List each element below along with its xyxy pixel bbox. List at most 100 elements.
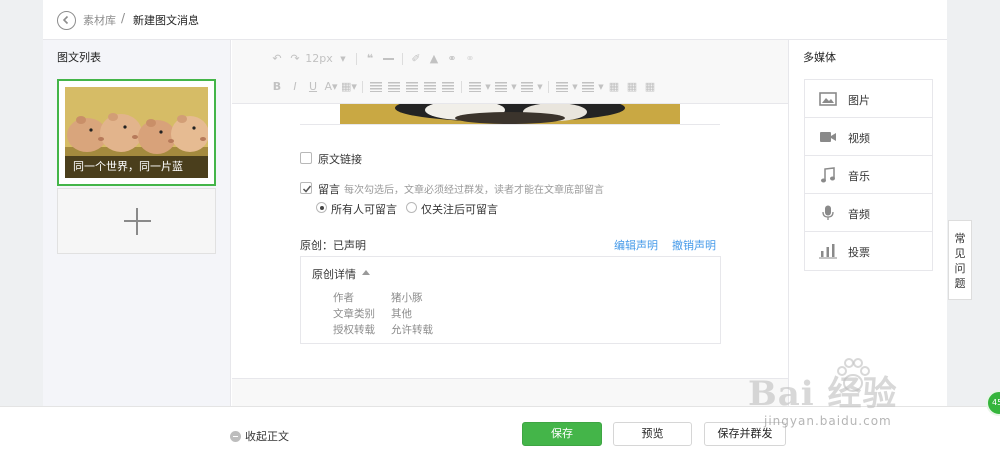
format-brush-icon[interactable]: ✐: [407, 50, 425, 68]
cancel-declaration-link[interactable]: 撤销声明: [672, 237, 716, 253]
editor-window: 素材库 / 新建图文消息 图文列表 同一个世界，同一片蓝 ↶ ↷ 12px ▼ …: [43, 0, 947, 406]
collapse-body-button[interactable]: 收起正文: [230, 428, 289, 444]
horizontal-rule-icon[interactable]: [383, 58, 394, 60]
microphone-icon: [822, 205, 834, 220]
faq-char: 题: [954, 277, 966, 290]
align-right-icon[interactable]: [424, 82, 436, 92]
align-center-icon[interactable]: [406, 82, 418, 92]
content-divider: [300, 124, 720, 125]
italic-icon[interactable]: I: [286, 78, 304, 96]
breadcrumb-current: 新建图文消息: [133, 14, 199, 27]
media-item-image[interactable]: 图片: [805, 80, 932, 118]
original-link-label: 原文链接: [318, 153, 362, 166]
comment-scope-all-label: 所有人可留言: [331, 203, 397, 216]
caret-up-icon[interactable]: [362, 270, 370, 275]
content-image: [340, 104, 680, 124]
top-bar: 素材库 / 新建图文消息: [43, 0, 947, 40]
letter-spacing-icon[interactable]: [521, 82, 533, 92]
vote-icon: [819, 244, 837, 259]
faq-char: 见: [954, 247, 966, 260]
chevron-down-icon[interactable]: ▼: [510, 78, 518, 96]
back-button[interactable]: [57, 11, 76, 30]
toolbar-row-1: ↶ ↷ 12px ▼ ❝ ✐ ▲ ⚭ ⚭: [268, 50, 479, 68]
table-merge-icon[interactable]: ▦: [623, 78, 641, 96]
multimedia-list: 图片 视频 音乐 音频 投票: [804, 79, 933, 271]
image-icon: [819, 92, 837, 106]
comment-hint: 每次勾选后，文章必须经过群发，读者才能在文章底部留言: [344, 185, 604, 196]
original-link-checkbox[interactable]: [300, 152, 312, 164]
media-item-video[interactable]: 视频: [805, 118, 932, 156]
article-cover-image: 同一个世界，同一片蓝: [65, 87, 208, 178]
chevron-left-icon: [62, 15, 69, 25]
toolbar-row-2: B I U A▾ ▦▾ ▼ ▼ ▼ ▼ ▼ ▦ ▦ ▦: [268, 78, 659, 96]
save-and-publish-button[interactable]: 保存并群发: [704, 422, 786, 446]
redo-icon[interactable]: ↷: [286, 50, 304, 68]
add-article-button[interactable]: [57, 188, 216, 254]
media-item-label: 音频: [848, 208, 870, 221]
bold-icon[interactable]: B: [268, 78, 286, 96]
chevron-down-icon[interactable]: ▼: [536, 78, 544, 96]
clear-format-icon[interactable]: ▲: [425, 50, 443, 68]
article-list-title: 图文列表: [57, 51, 101, 64]
faq-tab[interactable]: 常 见 问 题: [948, 220, 972, 300]
font-color-icon[interactable]: A▾: [322, 78, 340, 96]
detail-key: 作者: [333, 292, 354, 304]
chevron-down-icon[interactable]: ▼: [597, 78, 605, 96]
check-icon: [302, 185, 312, 193]
editor-panel: ↶ ↷ 12px ▼ ❝ ✐ ▲ ⚭ ⚭ B I U A▾ ▦▾ ▼ ▼ ▼ ▼…: [232, 40, 788, 406]
breadcrumb-separator: /: [121, 11, 126, 25]
media-item-label: 音乐: [848, 170, 870, 183]
editor-toolbar: ↶ ↷ 12px ▼ ❝ ✐ ▲ ⚭ ⚭ B I U A▾ ▦▾ ▼ ▼ ▼ ▼…: [232, 40, 788, 104]
paragraph-spacing-icon[interactable]: [495, 82, 507, 92]
detail-key: 授权转载: [333, 324, 375, 336]
video-icon: [820, 132, 836, 142]
media-item-label: 图片: [848, 94, 870, 107]
indent-icon[interactable]: [370, 82, 382, 92]
line-spacing-icon[interactable]: [469, 82, 481, 92]
detail-key: 文章类别: [333, 308, 375, 320]
quote-icon[interactable]: ❝: [361, 50, 379, 68]
chevron-down-icon[interactable]: ▼: [334, 50, 352, 68]
media-item-vote[interactable]: 投票: [805, 232, 932, 270]
ordered-list-icon[interactable]: [582, 82, 594, 92]
underline-icon[interactable]: U: [304, 78, 322, 96]
article-caption: 同一个世界，同一片蓝: [65, 156, 208, 178]
chevron-down-icon[interactable]: ▼: [571, 78, 579, 96]
article-card[interactable]: 同一个世界，同一片蓝: [57, 79, 216, 186]
comment-scope-all-radio[interactable]: [316, 202, 327, 213]
media-item-music[interactable]: 音乐: [805, 156, 932, 194]
chevron-down-icon[interactable]: ▼: [484, 78, 492, 96]
multimedia-title: 多媒体: [803, 51, 836, 64]
comment-scope-followers-radio[interactable]: [406, 202, 417, 213]
detail-value: 猪小豚: [391, 292, 423, 304]
bottom-action-bar: 收起正文 保存 预览 保存并群发: [0, 406, 1000, 460]
originality-details-title[interactable]: 原创详情: [312, 266, 356, 282]
media-item-audio[interactable]: 音频: [805, 194, 932, 232]
editor-footer-strip: [232, 378, 788, 406]
font-size-dropdown[interactable]: 12px: [304, 50, 334, 68]
link-icon[interactable]: ⚭: [443, 50, 461, 68]
align-justify-icon[interactable]: [442, 82, 454, 92]
collapse-body-label: 收起正文: [245, 430, 289, 443]
faq-char: 常: [954, 232, 966, 245]
save-button[interactable]: 保存: [522, 422, 602, 446]
table-split-icon[interactable]: ▦: [641, 78, 659, 96]
list-icon[interactable]: [556, 82, 568, 92]
breadcrumb-material-library[interactable]: 素材库: [83, 12, 116, 28]
unlink-icon[interactable]: ⚭: [461, 50, 479, 68]
content-guinea-pig-image: [340, 104, 680, 124]
undo-icon[interactable]: ↶: [268, 50, 286, 68]
originality-status: 原创：已声明: [300, 239, 366, 252]
background-color-icon[interactable]: ▦▾: [340, 78, 358, 96]
multimedia-panel: 多媒体 图片 视频 音乐 音频 投票: [788, 40, 947, 406]
edit-declaration-link[interactable]: 编辑声明: [614, 237, 658, 253]
detail-value: 其他: [391, 308, 412, 320]
detail-value: 允许转载: [391, 324, 433, 336]
comment-checkbox[interactable]: [300, 182, 312, 194]
media-item-label: 视频: [848, 132, 870, 145]
faq-char: 问: [954, 262, 966, 275]
music-icon: [821, 167, 835, 183]
align-left-icon[interactable]: [388, 82, 400, 92]
preview-button[interactable]: 预览: [613, 422, 692, 446]
table-icon[interactable]: ▦: [605, 78, 623, 96]
